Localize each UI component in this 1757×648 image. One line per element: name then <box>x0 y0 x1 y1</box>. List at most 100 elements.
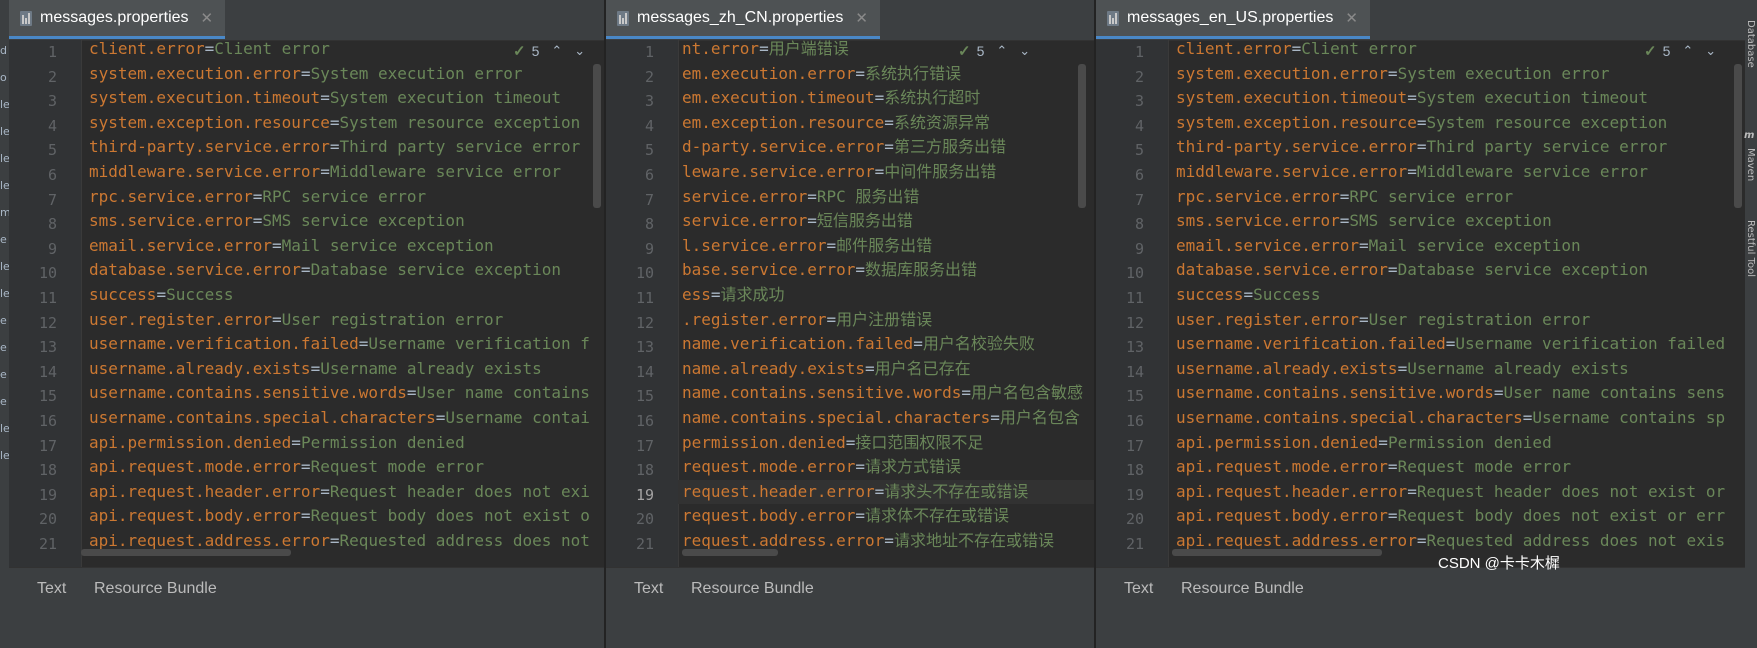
code-line[interactable]: base.service.error=数据库服务出错 <box>678 258 1095 282</box>
file-tab[interactable]: messages.properties ✕ <box>9 0 226 39</box>
code-line[interactable]: middleware.service.error=Middleware serv… <box>81 160 605 184</box>
code-line[interactable]: username.contains.special.characters=Use… <box>81 406 605 430</box>
restful-tool-tab[interactable]: Restful Tool <box>1744 220 1756 277</box>
inspection-widget[interactable]: ✓ 5 ⌃ ⌄ <box>958 42 1030 60</box>
code-line[interactable]: .register.error=用户注册错误 <box>678 308 1095 332</box>
file-tab[interactable]: messages_zh_CN.properties ✕ <box>606 0 880 39</box>
code-line[interactable]: success=Success <box>1168 283 1745 307</box>
code-line[interactable]: nt.error=用户端错误 <box>678 37 1095 61</box>
text-tab[interactable]: Text <box>1124 580 1153 598</box>
code-line[interactable]: leware.service.error=中间件服务出错 <box>678 160 1095 184</box>
code-line[interactable]: username.already.exists=Username already… <box>1168 357 1745 381</box>
code-line[interactable]: request.mode.error=请求方式错误 <box>678 455 1095 479</box>
code-line[interactable]: api.request.body.error=Request body does… <box>81 504 605 528</box>
horizontal-scrollbar[interactable] <box>81 549 291 556</box>
line-number: 11 <box>635 289 654 307</box>
text-tab[interactable]: Text <box>37 580 66 598</box>
chevron-down-icon[interactable]: ⌄ <box>1019 43 1030 59</box>
close-icon[interactable]: ✕ <box>855 9 868 27</box>
code-line[interactable]: third-party.service.error=Third party se… <box>81 135 605 159</box>
property-value: Request header does not exi <box>329 481 590 501</box>
code-area[interactable]: nt.error=用户端错误 em.execution.error=系统执行错误 e… <box>678 37 1095 648</box>
code-line[interactable]: system.execution.timeout=System executio… <box>1168 86 1745 110</box>
code-line[interactable]: system.execution.timeout=System executio… <box>81 86 605 110</box>
code-line[interactable]: user.register.error=User registration er… <box>1168 308 1745 332</box>
close-icon[interactable]: ✕ <box>201 9 214 27</box>
code-line[interactable]: username.contains.sensitive.words=User n… <box>1168 381 1745 405</box>
code-line[interactable]: permission.denied=接口范围权限不足 <box>678 431 1095 455</box>
code-line[interactable]: database.service.error=Database service … <box>81 258 605 282</box>
text-tab[interactable]: Text <box>634 580 663 598</box>
resource-bundle-tab[interactable]: Resource Bundle <box>691 580 814 598</box>
file-tab[interactable]: messages_en_US.properties ✕ <box>1096 0 1370 39</box>
resource-bundle-tab[interactable]: Resource Bundle <box>94 580 217 598</box>
vertical-scrollbar[interactable] <box>593 64 601 208</box>
code-line[interactable]: api.request.mode.error=Request mode erro… <box>81 455 605 479</box>
code-line[interactable]: sms.service.error=SMS service exception <box>1168 209 1745 233</box>
code-line[interactable]: api.request.header.error=Request header … <box>1168 480 1745 504</box>
code-line[interactable]: rpc.service.error=RPC service error <box>1168 185 1745 209</box>
code-line[interactable]: system.execution.error=System execution … <box>81 62 605 86</box>
code-line[interactable]: username.verification.failed=Username ve… <box>1168 332 1745 356</box>
code-line[interactable]: username.verification.failed=Username ve… <box>81 332 605 356</box>
code-line[interactable]: success=Success <box>81 283 605 307</box>
database-tool-tab[interactable]: Database <box>1744 20 1756 68</box>
code-line[interactable]: name.contains.special.characters=用户名包含 <box>678 406 1095 430</box>
code-line[interactable]: email.service.error=Mail service excepti… <box>81 234 605 258</box>
code-line[interactable]: name.contains.sensitive.words=用户名包含敏感 <box>678 381 1095 405</box>
code-line[interactable]: user.register.error=User registration er… <box>81 308 605 332</box>
code-line[interactable]: em.execution.timeout=系统执行超时 <box>678 86 1095 110</box>
code-line[interactable]: system.exception.resource=System resourc… <box>81 111 605 135</box>
code-line[interactable]: name.verification.failed=用户名校验失败 <box>678 332 1095 356</box>
code-line[interactable]: api.request.mode.error=Request mode erro… <box>1168 455 1745 479</box>
code-line[interactable]: service.error=短信服务出错 <box>678 209 1095 233</box>
code-line[interactable]: username.contains.sensitive.words=User n… <box>81 381 605 405</box>
maven-tool-tab[interactable]: Maven <box>1744 148 1756 181</box>
code-line[interactable]: request.header.error=请求头不存在或错误 <box>678 479 1095 504</box>
code-line[interactable]: em.exception.resource=系统资源异常 <box>678 111 1095 135</box>
close-icon[interactable]: ✕ <box>1345 9 1358 27</box>
code-line[interactable]: ess=请求成功 <box>678 283 1095 307</box>
code-line[interactable]: api.request.header.error=Request header … <box>81 480 605 504</box>
code-line[interactable]: api.permission.denied=Permission denied <box>1168 431 1745 455</box>
property-key: database.service.error <box>1176 260 1388 280</box>
pane-divider[interactable] <box>1094 0 1096 648</box>
property-key: system.exception.resource <box>89 112 330 132</box>
code-line[interactable]: api.permission.denied=Permission denied <box>81 431 605 455</box>
pane-divider[interactable] <box>604 0 606 648</box>
code-line[interactable]: middleware.service.error=Middleware serv… <box>1168 160 1745 184</box>
code-line[interactable]: system.execution.error=System execution … <box>1168 62 1745 86</box>
chevron-up-icon[interactable]: ⌃ <box>1682 43 1693 59</box>
code-line[interactable]: email.service.error=Mail service excepti… <box>1168 234 1745 258</box>
code-line[interactable]: name.already.exists=用户名已存在 <box>678 357 1095 381</box>
vertical-scrollbar[interactable] <box>1078 64 1086 208</box>
code-line[interactable]: rpc.service.error=RPC service error <box>81 185 605 209</box>
horizontal-scrollbar[interactable] <box>1172 549 1382 556</box>
chevron-up-icon[interactable]: ⌃ <box>996 43 1007 59</box>
code-line[interactable]: em.execution.error=系统执行错误 <box>678 62 1095 86</box>
code-line[interactable]: third-party.service.error=Third party se… <box>1168 135 1745 159</box>
code-line[interactable]: api.request.body.error=Request body does… <box>1168 504 1745 528</box>
file-tab-title: messages_en_US.properties <box>1127 9 1334 26</box>
inspection-widget[interactable]: ✓ 5 ⌃ ⌄ <box>513 42 585 60</box>
code-line[interactable]: system.exception.resource=System resourc… <box>1168 111 1745 135</box>
inspection-widget[interactable]: ✓ 5 ⌃ ⌄ <box>1644 42 1716 60</box>
line-number: 19 <box>38 485 57 504</box>
code-line[interactable]: username.already.exists=Username already… <box>81 357 605 381</box>
code-area[interactable]: client.error=Client error system.executio… <box>81 39 605 648</box>
code-line[interactable]: username.contains.special.characters=Use… <box>1168 406 1745 430</box>
chevron-up-icon[interactable]: ⌃ <box>551 43 562 59</box>
code-line[interactable]: l.service.error=邮件服务出错 <box>678 234 1095 258</box>
code-line[interactable]: request.body.error=请求体不存在或错误 <box>678 504 1095 528</box>
code-line[interactable]: service.error=RPC 服务出错 <box>678 185 1095 209</box>
horizontal-scrollbar[interactable] <box>682 549 778 556</box>
resource-bundle-tab[interactable]: Resource Bundle <box>1181 580 1304 598</box>
chevron-down-icon[interactable]: ⌄ <box>574 43 585 59</box>
code-line[interactable]: d-party.service.error=第三方服务出错 <box>678 135 1095 159</box>
chevron-down-icon[interactable]: ⌄ <box>1705 43 1716 59</box>
code-line[interactable]: database.service.error=Database service … <box>1168 258 1745 282</box>
code-line[interactable]: sms.service.error=SMS service exception <box>81 209 605 233</box>
equals-sign: = <box>961 383 971 403</box>
vertical-scrollbar[interactable] <box>1734 64 1742 208</box>
line-number: 1 <box>47 43 57 61</box>
